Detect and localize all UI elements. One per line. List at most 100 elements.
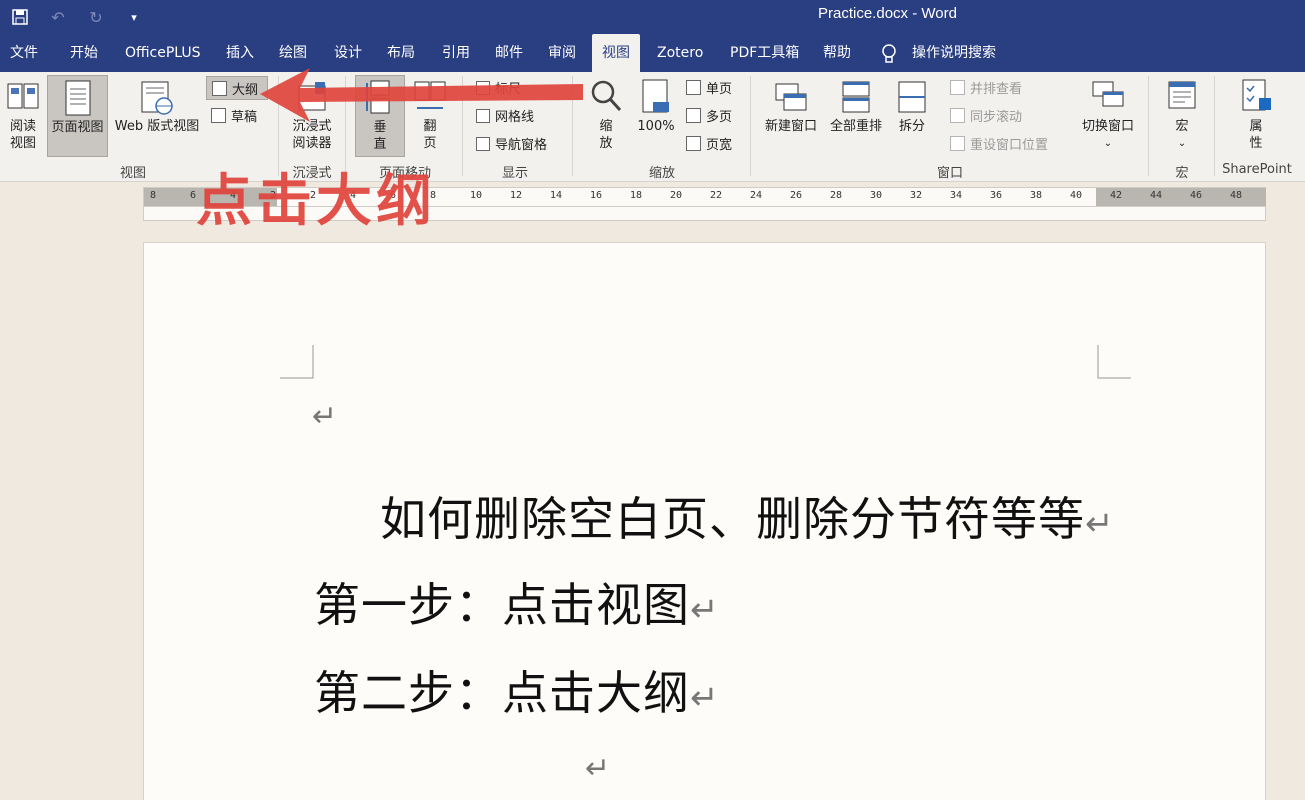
document-page[interactable]: ↵ 如何删除空白页、删除分节符等等↵ 第一步：点击视图↵ 第二步：点击大纲↵ ↵ bbox=[143, 242, 1266, 800]
line-text: 如何删除空白页、删除分节符等等 bbox=[380, 492, 1085, 546]
arrange-all-icon bbox=[842, 81, 870, 113]
paragraph-mark: ↵ bbox=[690, 678, 720, 718]
tab-zotero[interactable]: Zotero bbox=[647, 34, 713, 72]
page-icon bbox=[65, 80, 90, 116]
ruler-tick-label: 20 bbox=[670, 190, 683, 201]
line-text: 第二步：点击大纲 bbox=[314, 666, 690, 720]
ruler-tick-label: 32 bbox=[910, 190, 923, 201]
read-mode-button[interactable]: 阅读 视图 bbox=[4, 78, 42, 152]
sync-scroll-icon bbox=[950, 108, 965, 123]
sync-scroll-button[interactable]: 同步滚动 bbox=[950, 106, 1022, 125]
page-width-button[interactable]: 页宽 bbox=[686, 134, 732, 153]
one-page-icon bbox=[686, 80, 701, 95]
arrange-all-button[interactable]: 全部重排 bbox=[825, 78, 887, 135]
group-label-sharepoint: SharePoint bbox=[1222, 162, 1292, 177]
undo-icon[interactable]: ↶ bbox=[46, 6, 70, 28]
globe-page-icon bbox=[141, 81, 173, 115]
tab-home[interactable]: 开始 bbox=[60, 34, 108, 72]
zoom-button[interactable]: 缩 放 bbox=[584, 78, 628, 152]
paragraph-mark: ↵ bbox=[585, 751, 611, 786]
web-layout-button[interactable]: Web 版式视图 bbox=[109, 78, 205, 135]
document-step-two-line[interactable]: 第二步：点击大纲↵ bbox=[314, 657, 720, 723]
ruler-tick-label: 28 bbox=[830, 190, 843, 201]
group-label-window: 窗口 bbox=[936, 166, 963, 181]
tell-me-search[interactable]: 操作说明搜索 bbox=[902, 34, 1006, 72]
ruler-tick-label: 46 bbox=[1190, 190, 1203, 201]
properties-icon bbox=[1242, 79, 1271, 111]
title-bar: ↶ ↻ ▾ Practice.docx - Word bbox=[0, 0, 1305, 34]
macros-label: 宏 bbox=[1175, 119, 1189, 134]
arrange-all-label: 全部重排 bbox=[829, 119, 882, 134]
separator bbox=[1148, 76, 1149, 176]
annotation-arrow bbox=[260, 68, 583, 122]
hundred-percent-icon bbox=[642, 79, 669, 113]
switch-windows-button[interactable]: 切换窗口 ⌄ bbox=[1076, 78, 1140, 152]
ruler-tick-label: 14 bbox=[550, 190, 563, 201]
tab-officeplus[interactable]: OfficePLUS bbox=[115, 34, 211, 72]
macros-button[interactable]: 宏 ⌄ bbox=[1160, 78, 1204, 152]
group-label-views: 视图 bbox=[119, 166, 146, 181]
paragraph-mark: ↵ bbox=[312, 399, 338, 434]
multiple-pages-icon bbox=[686, 108, 701, 123]
new-window-icon bbox=[775, 83, 807, 111]
ruler-tick-label: 26 bbox=[790, 190, 803, 201]
separator bbox=[1214, 76, 1215, 176]
tab-view[interactable]: 视图 bbox=[592, 34, 640, 72]
one-page-button[interactable]: 单页 bbox=[686, 78, 732, 97]
zoom-100-label: 100% bbox=[637, 119, 675, 134]
tab-insert[interactable]: 插入 bbox=[216, 34, 264, 72]
new-window-button[interactable]: 新建窗口 bbox=[760, 78, 822, 135]
draft-label: 草稿 bbox=[231, 110, 258, 125]
redo-icon[interactable]: ↻ bbox=[84, 6, 108, 28]
customize-icon[interactable]: ▾ bbox=[122, 6, 146, 28]
view-side-by-side-button[interactable]: 并排查看 bbox=[950, 78, 1022, 97]
ruler-tick-label: 34 bbox=[950, 190, 963, 201]
ruler-tick-label: 44 bbox=[1150, 190, 1163, 201]
tab-pdf-toolbox[interactable]: PDF工具箱 bbox=[720, 34, 809, 72]
document-step-one-line[interactable]: 第一步：点击视图↵ bbox=[314, 569, 720, 635]
ruler-tick-label: 22 bbox=[710, 190, 723, 201]
macros-icon bbox=[1168, 81, 1196, 109]
tab-file[interactable]: 文件 bbox=[0, 34, 48, 72]
paragraph-mark: ↵ bbox=[1085, 504, 1115, 544]
reset-window-position-button[interactable]: 重设窗口位置 bbox=[950, 134, 1048, 153]
line-text: 第一步：点击视图 bbox=[314, 578, 690, 632]
nav-pane-label: 导航窗格 bbox=[495, 138, 548, 153]
split-icon bbox=[898, 81, 926, 113]
switch-windows-icon bbox=[1092, 81, 1124, 107]
properties-button[interactable]: 属 性 bbox=[1234, 78, 1278, 152]
print-layout-button[interactable]: 页面视图 bbox=[47, 75, 108, 157]
nav-pane-check-icon bbox=[476, 136, 490, 151]
ruler-tick-label: 38 bbox=[1030, 190, 1043, 201]
quick-access-toolbar: ↶ ↻ ▾ bbox=[8, 6, 146, 28]
multiple-pages-label: 多页 bbox=[706, 110, 733, 125]
new-window-label: 新建窗口 bbox=[764, 119, 817, 134]
document-title-line[interactable]: 如何删除空白页、删除分节符等等↵ bbox=[380, 483, 1115, 549]
ruler-tick-label: 40 bbox=[1070, 190, 1083, 201]
page-width-icon bbox=[686, 136, 701, 151]
side-by-side-label: 并排查看 bbox=[970, 82, 1023, 97]
draft-button[interactable]: 草稿 bbox=[211, 106, 257, 125]
outline-label: 大纲 bbox=[232, 82, 259, 98]
margin-corner-top-right bbox=[1097, 345, 1131, 379]
group-label-show: 显示 bbox=[501, 166, 528, 181]
draft-icon bbox=[211, 108, 226, 123]
read-mode-label: 阅读 视图 bbox=[9, 119, 36, 151]
print-layout-label: 页面视图 bbox=[51, 120, 104, 135]
one-page-label: 单页 bbox=[706, 82, 733, 97]
multiple-pages-button[interactable]: 多页 bbox=[686, 106, 732, 125]
annotation-text: 点击大纲 bbox=[196, 169, 436, 234]
side-by-side-icon bbox=[950, 80, 965, 95]
nav-pane-checkbox[interactable]: 导航窗格 bbox=[476, 134, 547, 153]
save-icon[interactable] bbox=[8, 6, 32, 28]
ribbon-tabs: 文件 开始 OfficePLUS 插入 绘图 设计 布局 引用 邮件 审阅 视图… bbox=[0, 34, 1305, 72]
group-label-zoom: 缩放 bbox=[648, 166, 675, 181]
ruler-tick-label: 42 bbox=[1110, 190, 1123, 201]
book-icon bbox=[7, 83, 39, 109]
zoom-100-button[interactable]: 100% bbox=[634, 78, 678, 135]
magnifier-icon bbox=[591, 80, 622, 112]
tab-help[interactable]: 帮助 bbox=[813, 34, 861, 72]
split-button[interactable]: 拆分 bbox=[890, 78, 934, 135]
ruler-tick-label: 10 bbox=[470, 190, 483, 201]
zoom-label: 缩 放 bbox=[599, 119, 613, 151]
